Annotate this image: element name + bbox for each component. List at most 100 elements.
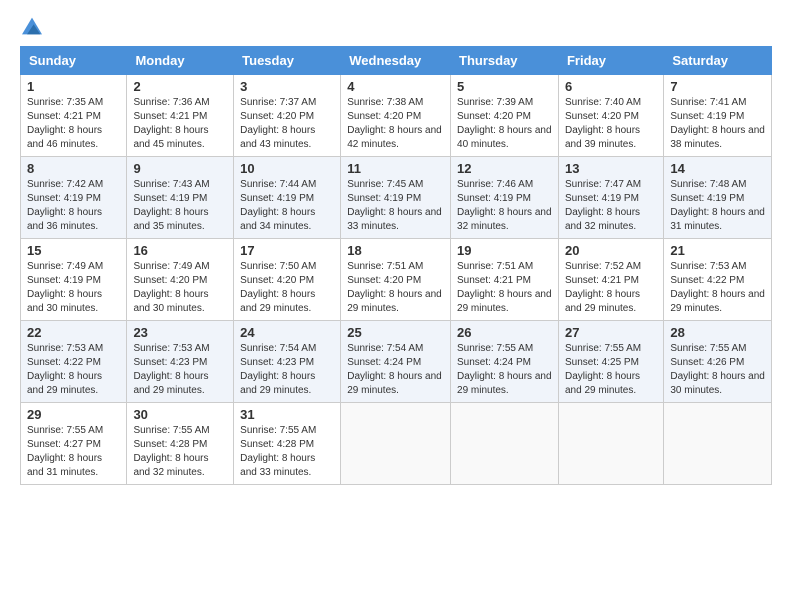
col-sunday: Sunday bbox=[21, 47, 127, 75]
calendar-cell: 27 Sunrise: 7:55 AMSunset: 4:25 PMDaylig… bbox=[558, 321, 663, 403]
day-number: 17 bbox=[240, 243, 334, 258]
day-number: 14 bbox=[670, 161, 765, 176]
day-number: 12 bbox=[457, 161, 552, 176]
day-number: 7 bbox=[670, 79, 765, 94]
day-number: 11 bbox=[347, 161, 444, 176]
day-info: Sunrise: 7:51 AMSunset: 4:21 PMDaylight:… bbox=[457, 261, 552, 314]
page: Sunday Monday Tuesday Wednesday Thursday… bbox=[0, 0, 792, 612]
col-wednesday: Wednesday bbox=[341, 47, 451, 75]
day-number: 31 bbox=[240, 407, 334, 422]
day-number: 23 bbox=[133, 325, 227, 340]
calendar-cell bbox=[341, 403, 451, 485]
calendar-cell: 19 Sunrise: 7:51 AMSunset: 4:21 PMDaylig… bbox=[451, 239, 559, 321]
day-info: Sunrise: 7:50 AMSunset: 4:20 PMDaylight:… bbox=[240, 261, 316, 314]
calendar-cell: 23 Sunrise: 7:53 AMSunset: 4:23 PMDaylig… bbox=[127, 321, 234, 403]
day-info: Sunrise: 7:55 AMSunset: 4:28 PMDaylight:… bbox=[133, 425, 209, 478]
day-number: 28 bbox=[670, 325, 765, 340]
calendar-cell: 1 Sunrise: 7:35 AMSunset: 4:21 PMDayligh… bbox=[21, 75, 127, 157]
calendar-cell: 10 Sunrise: 7:44 AMSunset: 4:19 PMDaylig… bbox=[234, 157, 341, 239]
day-info: Sunrise: 7:52 AMSunset: 4:21 PMDaylight:… bbox=[565, 261, 641, 314]
calendar-cell: 26 Sunrise: 7:55 AMSunset: 4:24 PMDaylig… bbox=[451, 321, 559, 403]
day-info: Sunrise: 7:53 AMSunset: 4:22 PMDaylight:… bbox=[670, 261, 765, 314]
calendar-week-row: 29 Sunrise: 7:55 AMSunset: 4:27 PMDaylig… bbox=[21, 403, 772, 485]
day-info: Sunrise: 7:55 AMSunset: 4:28 PMDaylight:… bbox=[240, 425, 316, 478]
calendar-cell: 4 Sunrise: 7:38 AMSunset: 4:20 PMDayligh… bbox=[341, 75, 451, 157]
col-thursday: Thursday bbox=[451, 47, 559, 75]
calendar-cell: 3 Sunrise: 7:37 AMSunset: 4:20 PMDayligh… bbox=[234, 75, 341, 157]
calendar-cell: 8 Sunrise: 7:42 AMSunset: 4:19 PMDayligh… bbox=[21, 157, 127, 239]
col-monday: Monday bbox=[127, 47, 234, 75]
day-info: Sunrise: 7:35 AMSunset: 4:21 PMDaylight:… bbox=[27, 97, 103, 150]
calendar-cell bbox=[558, 403, 663, 485]
calendar-cell: 11 Sunrise: 7:45 AMSunset: 4:19 PMDaylig… bbox=[341, 157, 451, 239]
calendar-cell: 30 Sunrise: 7:55 AMSunset: 4:28 PMDaylig… bbox=[127, 403, 234, 485]
col-saturday: Saturday bbox=[664, 47, 772, 75]
calendar-cell: 16 Sunrise: 7:49 AMSunset: 4:20 PMDaylig… bbox=[127, 239, 234, 321]
calendar-cell: 18 Sunrise: 7:51 AMSunset: 4:20 PMDaylig… bbox=[341, 239, 451, 321]
calendar-week-row: 15 Sunrise: 7:49 AMSunset: 4:19 PMDaylig… bbox=[21, 239, 772, 321]
day-number: 15 bbox=[27, 243, 120, 258]
col-friday: Friday bbox=[558, 47, 663, 75]
day-info: Sunrise: 7:46 AMSunset: 4:19 PMDaylight:… bbox=[457, 179, 552, 232]
calendar-cell: 9 Sunrise: 7:43 AMSunset: 4:19 PMDayligh… bbox=[127, 157, 234, 239]
calendar-cell bbox=[664, 403, 772, 485]
calendar-cell: 2 Sunrise: 7:36 AMSunset: 4:21 PMDayligh… bbox=[127, 75, 234, 157]
day-number: 30 bbox=[133, 407, 227, 422]
calendar-cell: 14 Sunrise: 7:48 AMSunset: 4:19 PMDaylig… bbox=[664, 157, 772, 239]
day-number: 20 bbox=[565, 243, 657, 258]
calendar-cell: 22 Sunrise: 7:53 AMSunset: 4:22 PMDaylig… bbox=[21, 321, 127, 403]
day-info: Sunrise: 7:53 AMSunset: 4:22 PMDaylight:… bbox=[27, 343, 103, 396]
calendar-cell: 12 Sunrise: 7:46 AMSunset: 4:19 PMDaylig… bbox=[451, 157, 559, 239]
header-row: Sunday Monday Tuesday Wednesday Thursday… bbox=[21, 47, 772, 75]
day-info: Sunrise: 7:55 AMSunset: 4:26 PMDaylight:… bbox=[670, 343, 765, 396]
day-number: 24 bbox=[240, 325, 334, 340]
calendar-cell: 7 Sunrise: 7:41 AMSunset: 4:19 PMDayligh… bbox=[664, 75, 772, 157]
day-number: 2 bbox=[133, 79, 227, 94]
calendar-week-row: 8 Sunrise: 7:42 AMSunset: 4:19 PMDayligh… bbox=[21, 157, 772, 239]
calendar-cell: 15 Sunrise: 7:49 AMSunset: 4:19 PMDaylig… bbox=[21, 239, 127, 321]
day-info: Sunrise: 7:55 AMSunset: 4:24 PMDaylight:… bbox=[457, 343, 552, 396]
day-number: 29 bbox=[27, 407, 120, 422]
calendar-week-row: 22 Sunrise: 7:53 AMSunset: 4:22 PMDaylig… bbox=[21, 321, 772, 403]
calendar-cell: 28 Sunrise: 7:55 AMSunset: 4:26 PMDaylig… bbox=[664, 321, 772, 403]
day-number: 4 bbox=[347, 79, 444, 94]
calendar-cell: 17 Sunrise: 7:50 AMSunset: 4:20 PMDaylig… bbox=[234, 239, 341, 321]
day-number: 21 bbox=[670, 243, 765, 258]
day-info: Sunrise: 7:37 AMSunset: 4:20 PMDaylight:… bbox=[240, 97, 316, 150]
day-info: Sunrise: 7:49 AMSunset: 4:19 PMDaylight:… bbox=[27, 261, 103, 314]
day-info: Sunrise: 7:55 AMSunset: 4:25 PMDaylight:… bbox=[565, 343, 641, 396]
day-info: Sunrise: 7:44 AMSunset: 4:19 PMDaylight:… bbox=[240, 179, 316, 232]
calendar-cell: 5 Sunrise: 7:39 AMSunset: 4:20 PMDayligh… bbox=[451, 75, 559, 157]
calendar-cell: 21 Sunrise: 7:53 AMSunset: 4:22 PMDaylig… bbox=[664, 239, 772, 321]
calendar-cell: 25 Sunrise: 7:54 AMSunset: 4:24 PMDaylig… bbox=[341, 321, 451, 403]
day-number: 13 bbox=[565, 161, 657, 176]
day-number: 25 bbox=[347, 325, 444, 340]
day-info: Sunrise: 7:38 AMSunset: 4:20 PMDaylight:… bbox=[347, 97, 442, 150]
day-number: 9 bbox=[133, 161, 227, 176]
day-info: Sunrise: 7:54 AMSunset: 4:23 PMDaylight:… bbox=[240, 343, 316, 396]
day-number: 8 bbox=[27, 161, 120, 176]
calendar-cell: 31 Sunrise: 7:55 AMSunset: 4:28 PMDaylig… bbox=[234, 403, 341, 485]
day-info: Sunrise: 7:43 AMSunset: 4:19 PMDaylight:… bbox=[133, 179, 209, 232]
day-number: 10 bbox=[240, 161, 334, 176]
calendar-cell: 29 Sunrise: 7:55 AMSunset: 4:27 PMDaylig… bbox=[21, 403, 127, 485]
day-info: Sunrise: 7:36 AMSunset: 4:21 PMDaylight:… bbox=[133, 97, 209, 150]
day-number: 18 bbox=[347, 243, 444, 258]
calendar-cell: 6 Sunrise: 7:40 AMSunset: 4:20 PMDayligh… bbox=[558, 75, 663, 157]
day-number: 26 bbox=[457, 325, 552, 340]
calendar-cell: 24 Sunrise: 7:54 AMSunset: 4:23 PMDaylig… bbox=[234, 321, 341, 403]
day-number: 5 bbox=[457, 79, 552, 94]
day-info: Sunrise: 7:53 AMSunset: 4:23 PMDaylight:… bbox=[133, 343, 209, 396]
day-number: 22 bbox=[27, 325, 120, 340]
day-info: Sunrise: 7:40 AMSunset: 4:20 PMDaylight:… bbox=[565, 97, 641, 150]
day-number: 1 bbox=[27, 79, 120, 94]
logo bbox=[20, 16, 42, 36]
day-info: Sunrise: 7:55 AMSunset: 4:27 PMDaylight:… bbox=[27, 425, 103, 478]
calendar-table: Sunday Monday Tuesday Wednesday Thursday… bbox=[20, 46, 772, 485]
day-info: Sunrise: 7:49 AMSunset: 4:20 PMDaylight:… bbox=[133, 261, 209, 314]
day-number: 16 bbox=[133, 243, 227, 258]
calendar-cell: 20 Sunrise: 7:52 AMSunset: 4:21 PMDaylig… bbox=[558, 239, 663, 321]
day-number: 6 bbox=[565, 79, 657, 94]
day-number: 3 bbox=[240, 79, 334, 94]
calendar-cell: 13 Sunrise: 7:47 AMSunset: 4:19 PMDaylig… bbox=[558, 157, 663, 239]
